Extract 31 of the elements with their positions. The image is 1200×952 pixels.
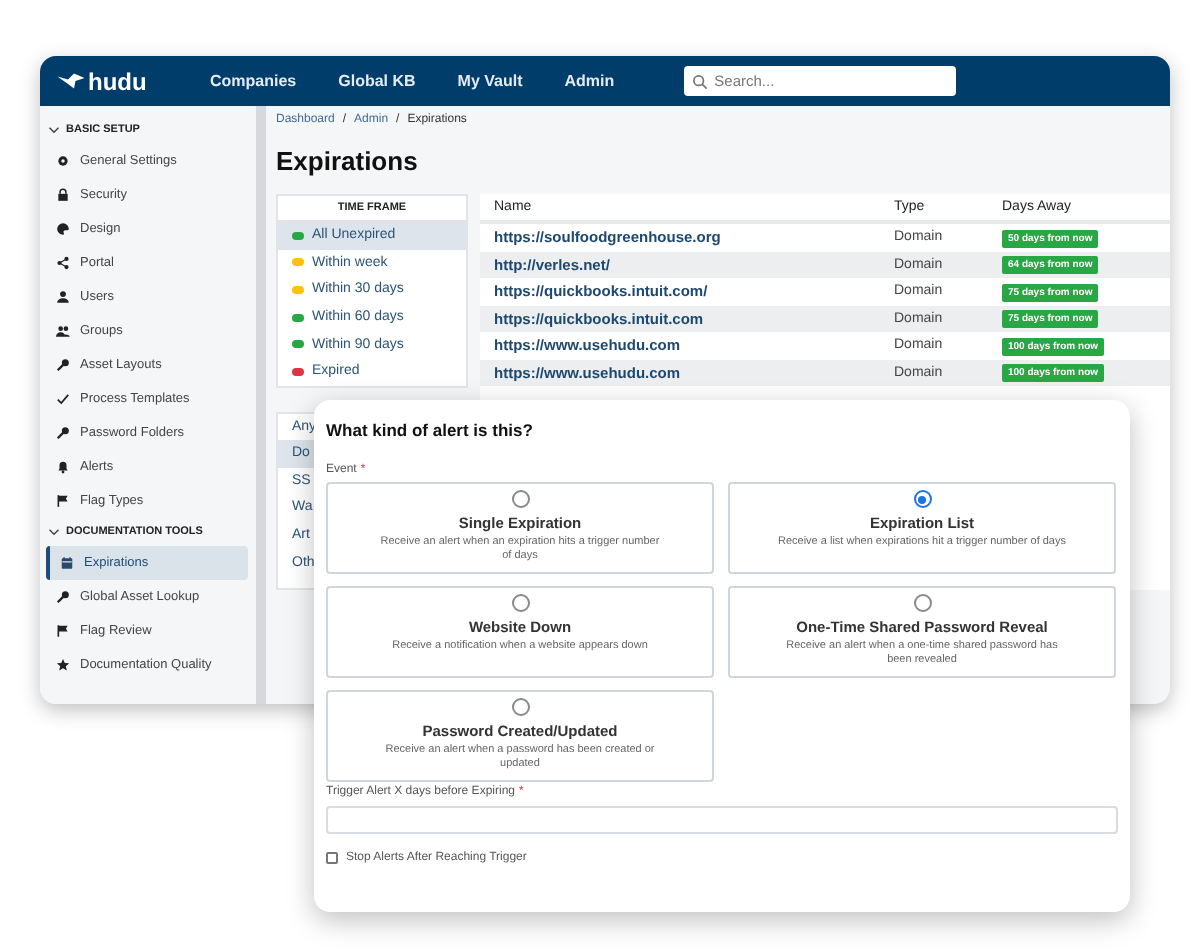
chevron-down-icon [48, 124, 60, 136]
checkbox[interactable] [326, 852, 338, 864]
flag-icon [56, 624, 70, 638]
radio-button[interactable] [511, 490, 529, 508]
star-icon [56, 658, 70, 672]
user-icon [56, 290, 70, 304]
check-icon [56, 392, 70, 406]
radio-button[interactable] [511, 594, 529, 612]
key-icon [56, 426, 70, 440]
radio-button[interactable] [913, 594, 931, 612]
logo[interactable]: hudu [88, 67, 147, 95]
dialog-title: What kind of alert is this? [326, 420, 535, 444]
share-icon [56, 256, 70, 270]
users-icon [56, 324, 70, 338]
nav-link[interactable]: My Vault [457, 72, 523, 90]
flag-icon [56, 494, 70, 508]
nav-link[interactable]: Admin [564, 72, 615, 90]
bell-icon [56, 460, 70, 474]
nav-link[interactable]: Companies [210, 72, 297, 90]
palette-icon [56, 222, 70, 236]
calendar-icon [60, 556, 74, 570]
chevron-down-icon [48, 526, 60, 538]
input-field[interactable] [326, 806, 1118, 834]
radio-button[interactable] [511, 698, 529, 716]
radio-button[interactable] [913, 490, 931, 508]
gear-icon [56, 154, 70, 168]
bird-icon [56, 72, 86, 90]
lock-icon [56, 188, 70, 202]
page-title: Expirations [276, 146, 420, 176]
search-icon [692, 73, 709, 89]
nav-link[interactable]: Global KB [338, 72, 416, 90]
